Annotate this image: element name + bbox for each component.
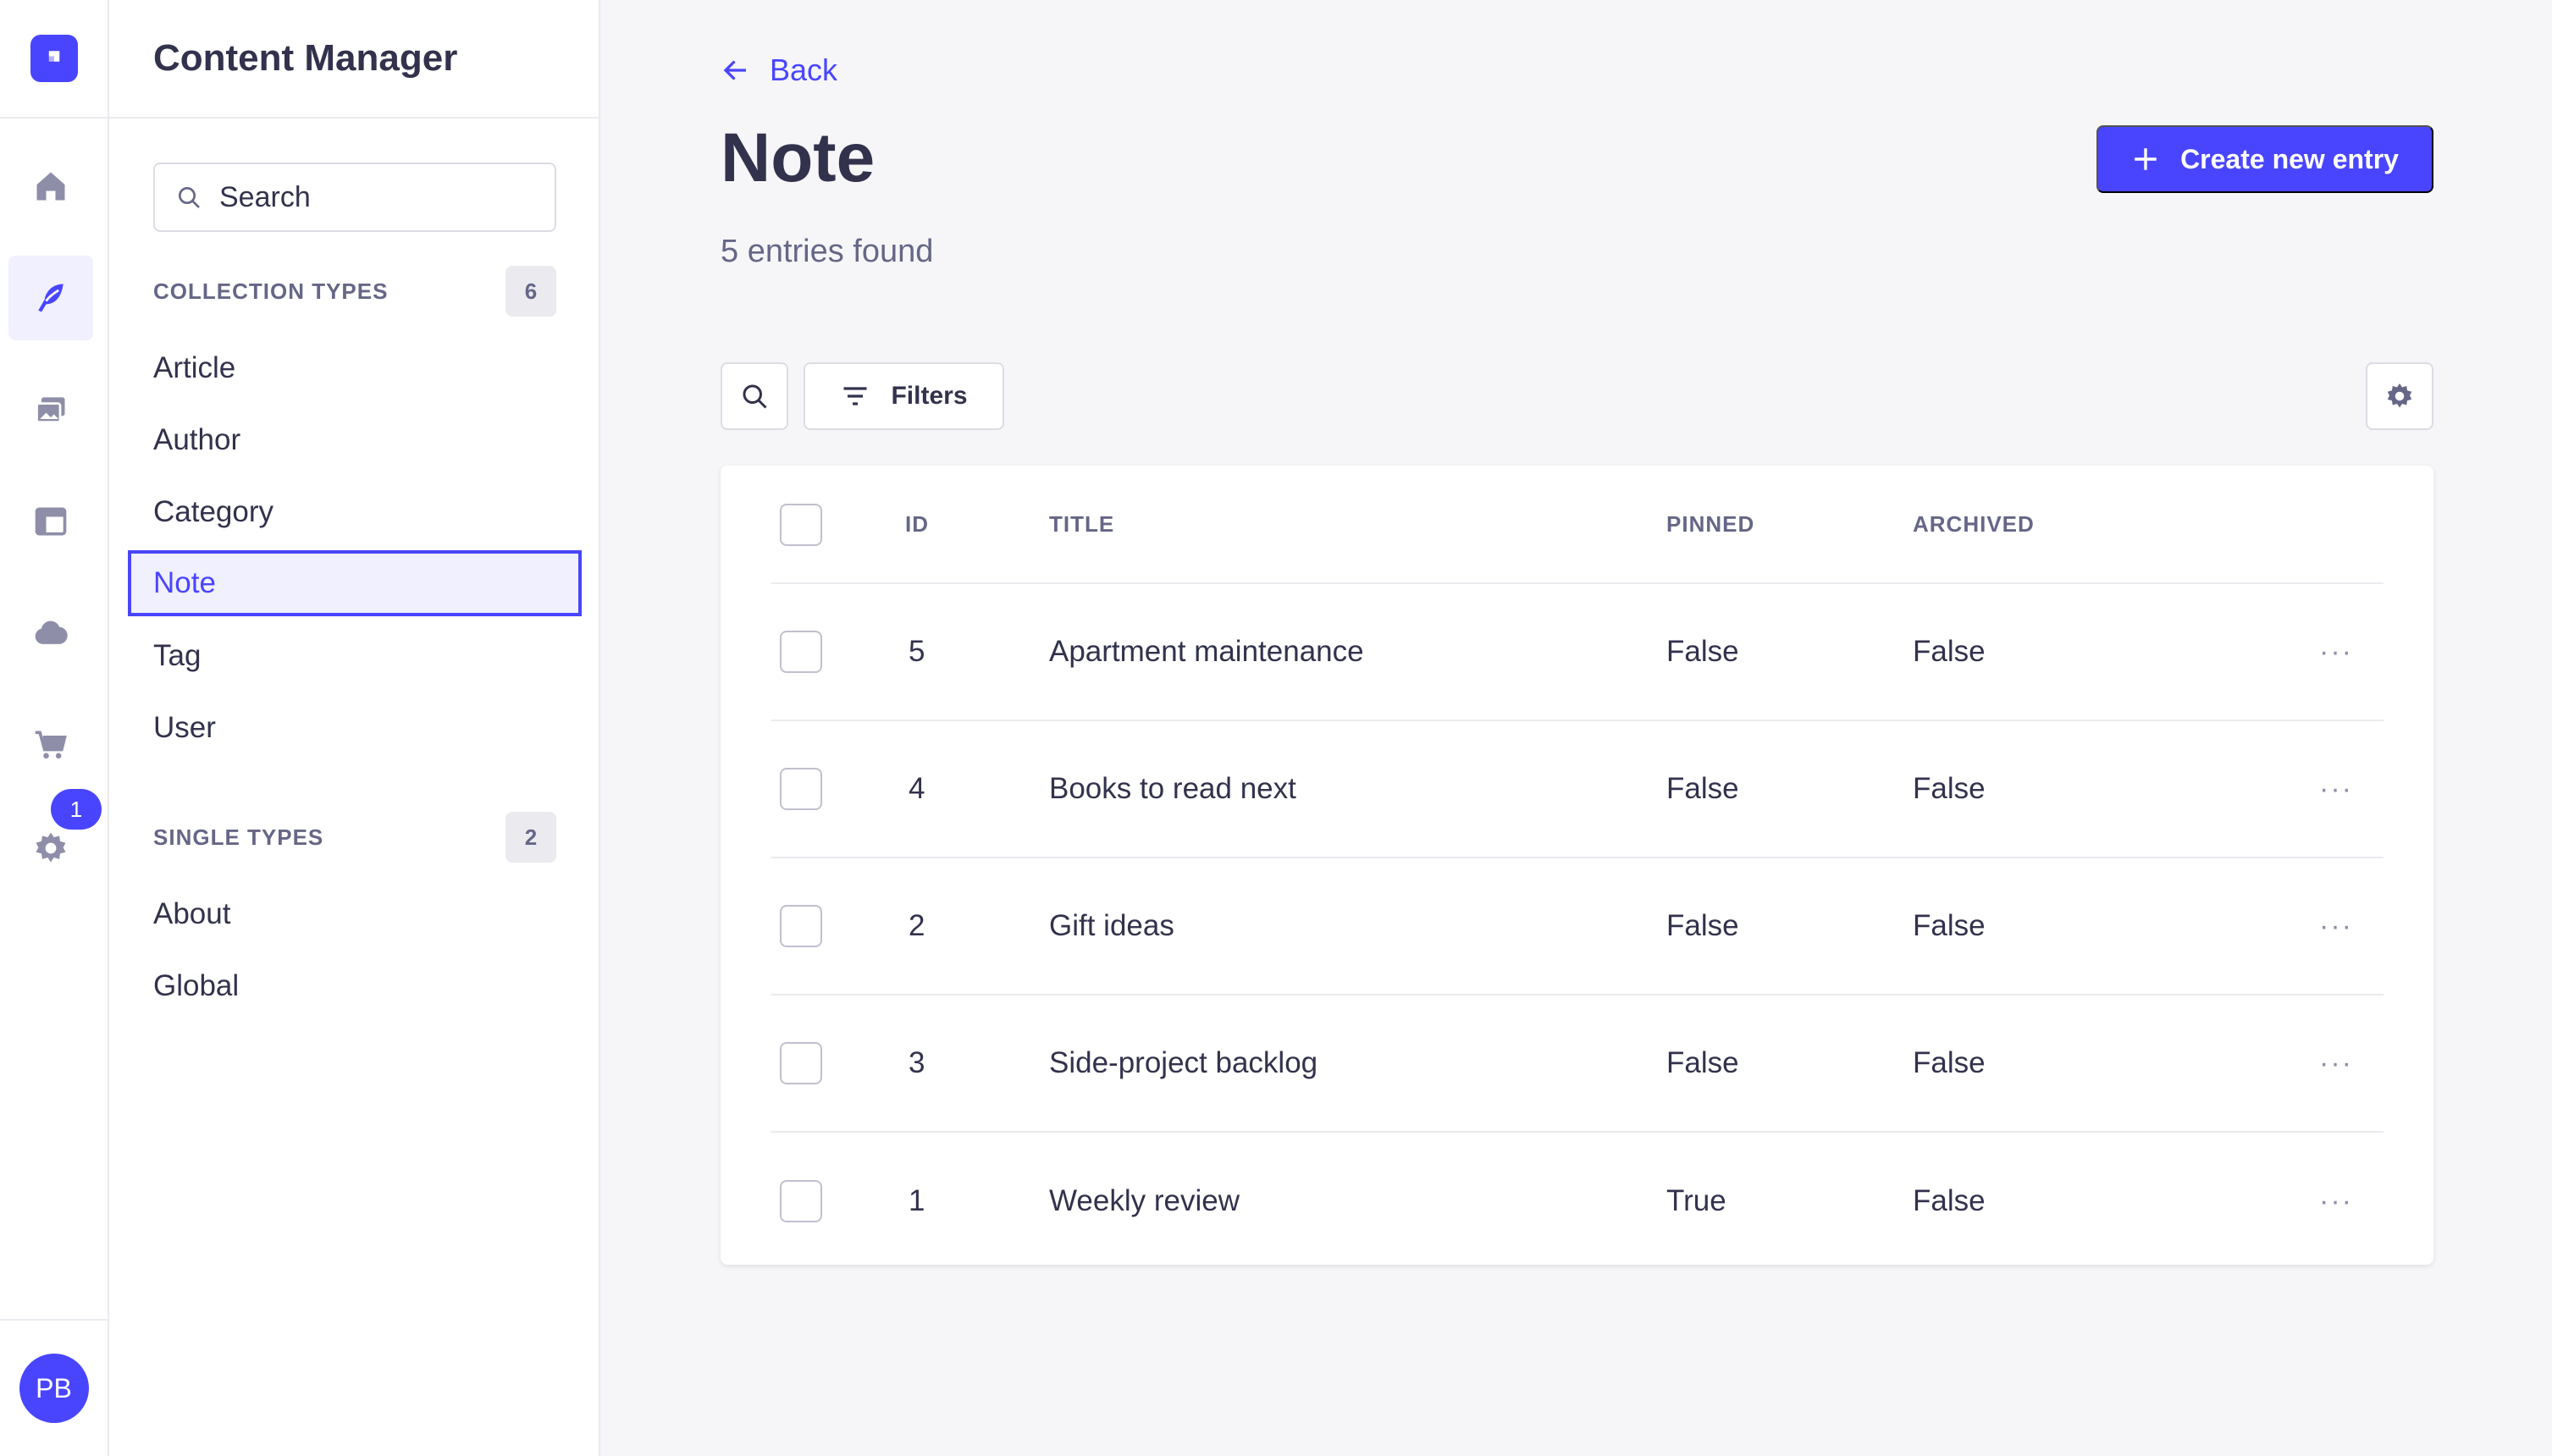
subnav-header: Content Manager: [109, 0, 599, 119]
single-types-label: SINGLE TYPES: [153, 824, 324, 850]
main-content: Back Note 5 entries found Create new ent…: [600, 0, 2552, 1456]
cell-title: Books to read next: [1049, 772, 1296, 805]
table-row[interactable]: 4 Books to read next False False ···: [771, 721, 2384, 858]
cell-archived: False: [1913, 1184, 1986, 1217]
cell-id: 2: [909, 909, 925, 942]
table-row[interactable]: 2 Gift ideas False False ···: [771, 858, 2384, 995]
rail-footer: PB: [0, 1319, 108, 1456]
cell-id: 1: [909, 1184, 925, 1217]
cart-icon[interactable]: [8, 703, 93, 787]
subnav-item-category[interactable]: Category: [128, 479, 582, 545]
more-actions-icon[interactable]: ···: [2319, 910, 2353, 943]
main-nav-rail: 1 PB: [0, 0, 109, 1456]
row-checkbox[interactable]: [780, 1180, 822, 1222]
cell-id: 4: [909, 772, 925, 805]
gear-icon: [2387, 383, 2412, 408]
cell-archived: False: [1913, 1046, 1986, 1079]
more-actions-icon[interactable]: ···: [2319, 1047, 2353, 1080]
subnav-item-article[interactable]: Article: [128, 335, 582, 401]
cell-pinned: False: [1666, 1046, 1739, 1079]
row-checkbox[interactable]: [780, 905, 822, 947]
search-icon: [743, 384, 767, 409]
entries-count: 5 entries found: [721, 234, 934, 269]
arrow-left-icon: [723, 60, 746, 80]
cell-title: Gift ideas: [1049, 909, 1174, 942]
column-header-id[interactable]: ID: [905, 511, 929, 538]
media-library-icon[interactable]: [8, 367, 93, 452]
plus-icon: [2135, 148, 2157, 170]
cell-archived: False: [1913, 635, 1986, 668]
subnav-item-tag[interactable]: Tag: [128, 623, 582, 689]
select-all-checkbox[interactable]: [780, 504, 822, 546]
single-types-header[interactable]: SINGLE TYPES 2: [153, 812, 556, 863]
search-icon: [179, 187, 200, 208]
cell-pinned: True: [1666, 1184, 1726, 1217]
create-new-entry-button[interactable]: Create new entry: [2096, 125, 2433, 193]
more-actions-icon[interactable]: ···: [2319, 1185, 2353, 1218]
more-actions-icon[interactable]: ···: [2319, 636, 2353, 669]
subnav-item-global[interactable]: Global: [128, 953, 582, 1019]
cell-title: Weekly review: [1049, 1184, 1240, 1217]
cell-pinned: False: [1666, 772, 1739, 805]
table-settings-button[interactable]: [2366, 362, 2433, 430]
filters-label: Filters: [891, 382, 968, 410]
subnav-item-user[interactable]: User: [128, 695, 582, 761]
collection-types-label: COLLECTION TYPES: [153, 278, 389, 304]
subnav-item-note[interactable]: Note: [128, 550, 582, 616]
table-row[interactable]: 1 Weekly review True False ···: [771, 1133, 2384, 1270]
cloud-icon[interactable]: [8, 591, 93, 676]
home-icon[interactable]: [8, 144, 93, 229]
page-title: Note: [721, 119, 876, 196]
entries-table: ID TITLE PINNED ARCHIVED 5 Apartment mai…: [721, 466, 2433, 1265]
notification-badge: 1: [51, 789, 102, 830]
back-link[interactable]: Back: [721, 52, 837, 88]
subnav-item-about[interactable]: About: [128, 881, 582, 947]
table-row[interactable]: 3 Side-project backlog False False ···: [771, 995, 2384, 1133]
table-header-row: ID TITLE PINNED ARCHIVED: [771, 466, 2384, 584]
layout-icon[interactable]: [8, 479, 93, 564]
search-input[interactable]: [219, 180, 541, 214]
cell-title: Side-project backlog: [1049, 1046, 1318, 1079]
content-manager-subnav: Content Manager COLLECTION TYPES 6 Artic…: [109, 0, 600, 1456]
column-header-archived[interactable]: ARCHIVED: [1913, 511, 2035, 538]
more-actions-icon[interactable]: ···: [2319, 773, 2353, 806]
filters-button[interactable]: Filters: [804, 362, 1004, 430]
column-header-title[interactable]: TITLE: [1049, 511, 1114, 538]
single-types-count: 2: [505, 812, 556, 863]
cell-id: 5: [909, 635, 925, 668]
column-header-pinned[interactable]: PINNED: [1666, 511, 1754, 538]
row-checkbox[interactable]: [780, 768, 822, 810]
row-checkbox[interactable]: [780, 1042, 822, 1084]
create-new-entry-label: Create new entry: [2180, 143, 2399, 174]
cell-id: 3: [909, 1046, 925, 1079]
table-row[interactable]: 5 Apartment maintenance False False ···: [771, 584, 2384, 721]
subnav-item-author[interactable]: Author: [128, 407, 582, 473]
cell-archived: False: [1913, 909, 1986, 942]
subnav-title: Content Manager: [153, 37, 458, 79]
avatar[interactable]: PB: [19, 1354, 89, 1423]
back-label: Back: [770, 52, 838, 87]
cell-pinned: False: [1666, 909, 1739, 942]
cell-pinned: False: [1666, 635, 1739, 668]
logo-area: [0, 0, 108, 119]
filter-icon: [843, 387, 867, 405]
logo-icon[interactable]: [30, 35, 78, 82]
row-checkbox[interactable]: [780, 631, 822, 673]
settings-icon[interactable]: 1: [8, 789, 102, 891]
content-manager-icon[interactable]: [8, 256, 93, 340]
collection-types-header[interactable]: COLLECTION TYPES 6: [153, 266, 556, 317]
collection-types-count: 6: [505, 266, 556, 317]
cell-archived: False: [1913, 772, 1986, 805]
cell-title: Apartment maintenance: [1049, 635, 1364, 668]
table-search-button[interactable]: [721, 362, 788, 430]
subnav-search[interactable]: [153, 163, 556, 232]
